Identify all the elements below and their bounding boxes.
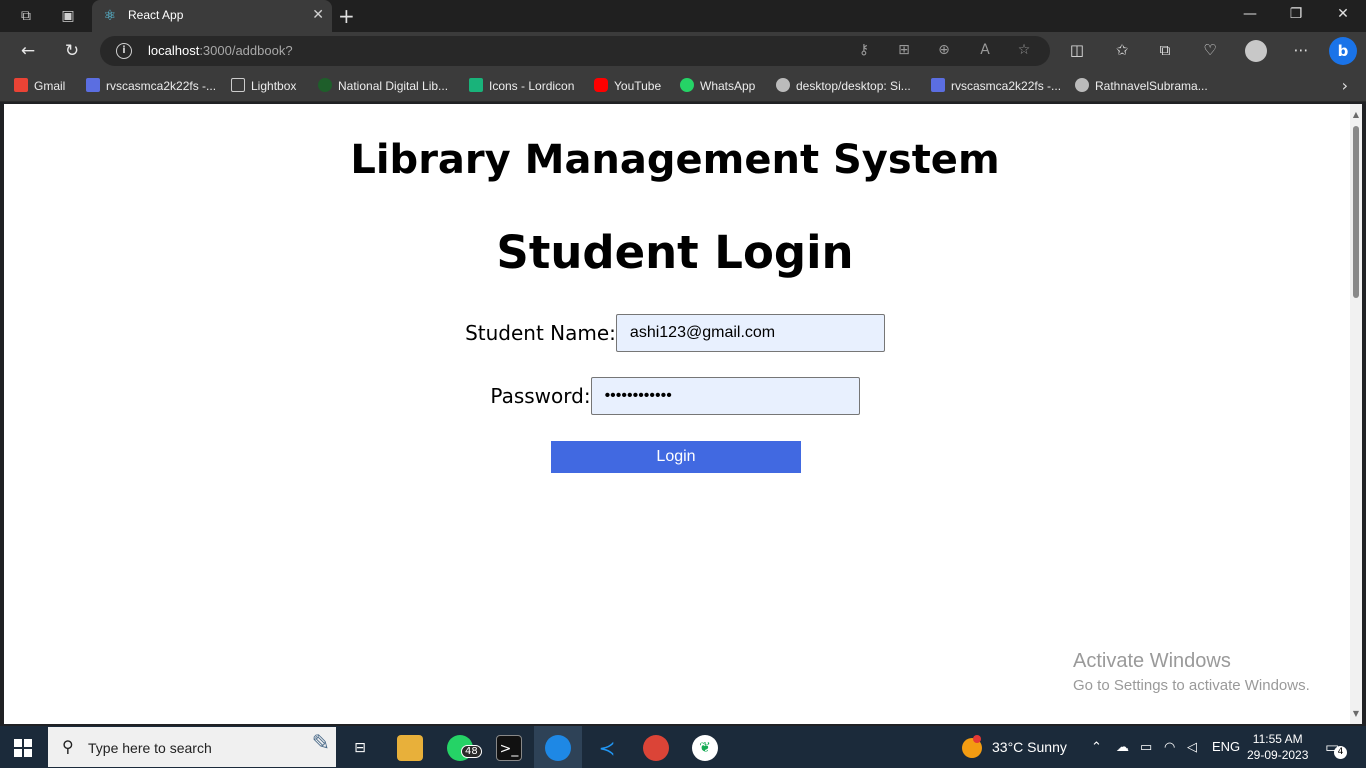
people-icon bbox=[86, 78, 100, 92]
edge-icon[interactable] bbox=[545, 735, 571, 761]
chevron-up-icon[interactable]: ⌃ bbox=[1091, 739, 1102, 755]
whatsapp-badge: 48 bbox=[461, 745, 482, 758]
terminal-icon[interactable]: >_ bbox=[496, 735, 522, 761]
activate-windows-watermark: Activate Windows Go to Settings to activ… bbox=[1073, 650, 1310, 694]
page-viewport: Library Management System Student Login … bbox=[4, 104, 1362, 724]
bing-copilot-icon[interactable]: b bbox=[1329, 37, 1357, 65]
student-name-label: Student Name: bbox=[465, 321, 616, 345]
bookmark-lordicon[interactable]: Icons - Lordicon bbox=[469, 78, 574, 93]
task-view-icon[interactable]: ⊟ bbox=[347, 735, 373, 761]
more-menu-icon[interactable]: ⋯ bbox=[1291, 41, 1311, 59]
navigation-bar: ← ↻ i localhost:3000/addbook? ⚷ ⊞ ⊕ A ☆ … bbox=[0, 32, 1366, 70]
search-highlight-icon: ✎ bbox=[311, 731, 330, 756]
clock[interactable]: 11:55 AM 29-09-2023 bbox=[1247, 731, 1308, 763]
mongodb-icon[interactable]: ❦ bbox=[692, 735, 718, 761]
close-tab-icon[interactable]: ✕ bbox=[312, 7, 324, 23]
taskbar: ⚲ Type here to search ✎ ⊟ 48 >_ ≺ ❦ 33°C… bbox=[0, 726, 1366, 768]
bookmark-github-desktop[interactable]: desktop/desktop: Si... bbox=[776, 78, 911, 93]
scroll-down-icon[interactable]: ▼ bbox=[1352, 709, 1360, 718]
gmail-icon bbox=[14, 78, 28, 92]
weather-alert-icon bbox=[973, 735, 981, 743]
github-icon bbox=[776, 78, 790, 92]
key-icon[interactable]: ⚷ bbox=[855, 42, 873, 58]
favorite-star-icon[interactable]: ☆ bbox=[1015, 42, 1033, 58]
notification-badge: 4 bbox=[1334, 746, 1347, 759]
bookmark-gmail[interactable]: Gmail bbox=[14, 78, 65, 93]
volume-icon[interactable]: ◁ bbox=[1187, 739, 1197, 755]
password-label: Password: bbox=[490, 384, 591, 408]
taskbar-search-box[interactable]: ⚲ Type here to search ✎ bbox=[48, 727, 336, 767]
zoom-icon[interactable]: ⊕ bbox=[935, 42, 953, 58]
apps-icon[interactable]: ⊞ bbox=[895, 42, 913, 58]
minimize-icon[interactable]: — bbox=[1240, 6, 1260, 22]
battery-icon[interactable]: ▭ bbox=[1140, 739, 1152, 755]
ndl-icon bbox=[318, 78, 332, 92]
weather-text[interactable]: 33°C Sunny bbox=[992, 739, 1067, 755]
bookmarks-bar: Gmail rvscasmca2k22fs -... Lightbox Nati… bbox=[0, 70, 1366, 102]
scroll-thumb[interactable] bbox=[1353, 126, 1359, 298]
address-url[interactable]: localhost:3000/addbook? bbox=[148, 43, 293, 58]
scroll-up-icon[interactable]: ▲ bbox=[1352, 110, 1360, 119]
chrome-icon[interactable] bbox=[643, 735, 669, 761]
browser-essentials-icon[interactable]: ♡ bbox=[1200, 41, 1220, 59]
bookmark-whatsapp[interactable]: WhatsApp bbox=[680, 78, 755, 93]
search-icon: ⚲ bbox=[62, 737, 74, 756]
tab-react-app[interactable]: ⚛ React App ✕ bbox=[92, 0, 332, 32]
restore-icon[interactable]: ❐ bbox=[1286, 6, 1306, 22]
whatsapp-icon bbox=[680, 78, 694, 92]
bookmark-github-rathnavel[interactable]: RathnavelSubrama... bbox=[1075, 78, 1208, 93]
react-icon: ⚛ bbox=[103, 8, 117, 24]
vertical-scrollbar[interactable]: ▲ ▼ bbox=[1350, 104, 1362, 724]
bookmark-lightbox[interactable]: Lightbox bbox=[231, 78, 296, 93]
collections-icon[interactable]: ⧉ bbox=[1155, 41, 1175, 59]
github-icon bbox=[1075, 78, 1089, 92]
close-window-icon[interactable]: ✕ bbox=[1333, 6, 1353, 22]
address-bar[interactable]: i localhost:3000/addbook? ⚷ ⊞ ⊕ A ☆ bbox=[100, 36, 1050, 66]
new-tab-icon[interactable]: + bbox=[338, 4, 355, 28]
profile-avatar[interactable] bbox=[1245, 40, 1267, 62]
tab-actions-icon[interactable]: ▣ bbox=[59, 7, 77, 25]
site-info-icon[interactable]: i bbox=[116, 43, 132, 59]
student-name-row: Student Name: bbox=[4, 314, 1346, 352]
lordicon-icon bbox=[469, 78, 483, 92]
page-icon bbox=[231, 78, 245, 92]
chevron-right-icon[interactable]: › bbox=[1342, 76, 1348, 95]
app-title: Library Management System bbox=[350, 137, 1000, 183]
tab-title: React App bbox=[128, 8, 184, 22]
refresh-icon[interactable]: ↻ bbox=[61, 40, 83, 62]
login-button[interactable]: Login bbox=[551, 441, 801, 473]
search-placeholder: Type here to search bbox=[88, 740, 212, 756]
clock-date: 29-09-2023 bbox=[1247, 748, 1309, 762]
title-bar: ⧉ ▣ ⚛ React App ✕ + — ❐ ✕ bbox=[0, 0, 1366, 32]
read-aloud-icon[interactable]: A bbox=[976, 42, 994, 58]
bookmark-rvscasmca-2[interactable]: rvscasmca2k22fs -... bbox=[931, 78, 1061, 93]
back-icon[interactable]: ← bbox=[17, 40, 39, 62]
favorites-icon[interactable]: ✩ bbox=[1112, 41, 1132, 59]
windows-start-icon[interactable] bbox=[14, 739, 32, 757]
language-indicator[interactable]: ENG bbox=[1212, 739, 1240, 754]
password-row: Password: bbox=[4, 377, 1346, 415]
cloud-icon[interactable]: ☁ bbox=[1116, 739, 1129, 755]
activate-title: Activate Windows bbox=[1073, 650, 1231, 672]
youtube-icon bbox=[594, 78, 608, 92]
student-name-input[interactable] bbox=[615, 314, 885, 352]
workspaces-icon[interactable]: ⧉ bbox=[17, 7, 35, 25]
file-explorer-icon[interactable] bbox=[397, 735, 423, 761]
page-heading: Student Login bbox=[496, 226, 854, 279]
vscode-icon[interactable]: ≺ bbox=[594, 735, 620, 761]
people-icon bbox=[931, 78, 945, 92]
bookmark-rvscasmca-1[interactable]: rvscasmca2k22fs -... bbox=[86, 78, 216, 93]
bookmark-youtube[interactable]: YouTube bbox=[594, 78, 661, 93]
password-input[interactable] bbox=[590, 377, 860, 415]
wifi-icon[interactable]: ◠ bbox=[1164, 739, 1175, 755]
activate-subtitle: Go to Settings to activate Windows. bbox=[1073, 677, 1310, 694]
bookmark-ndl[interactable]: National Digital Lib... bbox=[318, 78, 448, 93]
split-screen-icon[interactable]: ◫ bbox=[1067, 41, 1087, 59]
clock-time: 11:55 AM bbox=[1252, 732, 1303, 746]
